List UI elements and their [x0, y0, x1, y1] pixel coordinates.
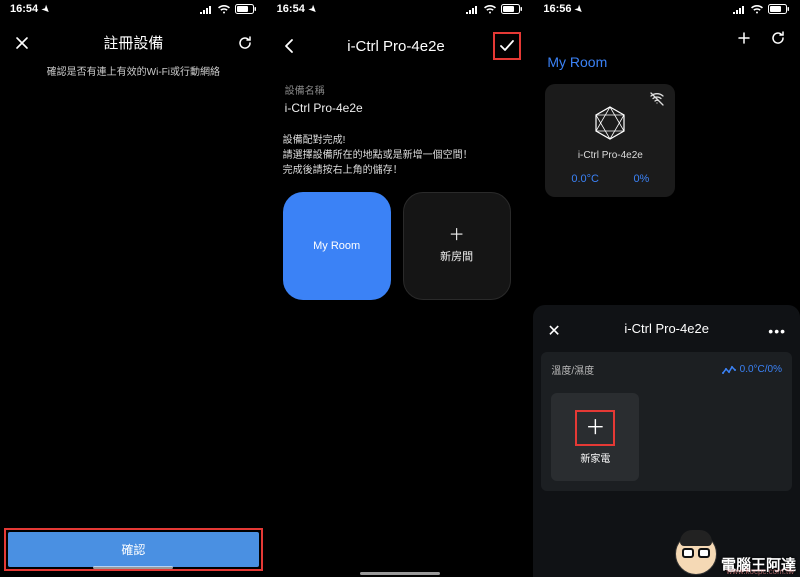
page-title: i-Ctrl Pro-4e2e	[347, 38, 445, 55]
signal-icon	[199, 5, 213, 14]
device-card[interactable]: i-Ctrl Pro-4e2e 0.0°C 0%	[545, 84, 675, 197]
room-tile-selected[interactable]: My Room	[283, 192, 391, 300]
status-bar: 16:56 ➤	[533, 0, 800, 18]
chart-icon	[722, 365, 736, 375]
status-time: 16:56	[543, 3, 571, 15]
status-bar: 16:54 ➤	[267, 0, 534, 18]
plus-icon: ＋	[585, 418, 605, 438]
location-icon: ➤	[573, 2, 586, 15]
battery-icon	[501, 4, 523, 14]
sheet-header: ✕ i-Ctrl Pro-4e2e •••	[533, 311, 800, 342]
temp-humidity-label: 溫度/濕度	[551, 362, 594, 377]
room-add-label: 新房間	[440, 248, 473, 264]
home-indicator	[93, 566, 173, 569]
room-title[interactable]: My Room	[533, 48, 800, 76]
phone-screen-1: 16:54 ➤ 註冊設備 確認是否有連上有效的Wi-Fi或行動網絡 確認	[0, 0, 267, 577]
sheet-body: 溫度/濕度 0.0°C/0% ＋ 新家電	[541, 352, 792, 491]
header-actions	[533, 18, 800, 48]
add-appliance-tile[interactable]: ＋ 新家電	[551, 393, 639, 481]
home-indicator	[360, 572, 440, 575]
location-icon: ➤	[39, 2, 52, 15]
confirm-button[interactable]: 確認	[8, 532, 259, 567]
sheet-more-icon[interactable]: •••	[768, 323, 786, 339]
wifi-off-icon	[649, 92, 665, 111]
status-right	[199, 4, 257, 14]
top-nav: 註冊設備	[0, 18, 267, 57]
wifi-icon	[483, 4, 497, 14]
location-icon: ➤	[306, 2, 319, 15]
temp-humidity-value: 0.0°C/0%	[740, 364, 782, 375]
signal-icon	[465, 5, 479, 14]
subtitle: 確認是否有連上有效的Wi-Fi或行動網絡	[0, 63, 267, 78]
temp-humidity-row: 溫度/濕度 0.0°C/0%	[551, 362, 782, 377]
pairing-message: 設備配對完成! 請選擇設備所在的地點或是新增一個空間！ 完成後請按右上角的儲存！	[267, 127, 534, 192]
save-check-icon[interactable]	[497, 36, 517, 56]
status-time: 16:54	[10, 3, 38, 15]
device-temp: 0.0°C	[571, 173, 599, 185]
phone-screen-2: 16:54 ➤ i-Ctrl Pro-4e2e 設備名稱 i-Ctrl Pro-…	[267, 0, 534, 577]
device-name: i-Ctrl Pro-4e2e	[553, 150, 667, 161]
add-appliance-label: 新家電	[580, 450, 610, 465]
close-icon[interactable]	[12, 33, 32, 53]
status-right	[465, 4, 523, 14]
highlight-frame: 確認	[4, 528, 263, 571]
status-right	[732, 4, 790, 14]
sheet-close-icon[interactable]: ✕	[547, 321, 560, 341]
room-tile-label: My Room	[313, 240, 360, 252]
device-name-value[interactable]: i-Ctrl Pro-4e2e	[267, 99, 534, 127]
sheet-title: i-Ctrl Pro-4e2e	[624, 321, 709, 336]
rooms-row: My Room ＋ 新房間	[267, 192, 534, 300]
highlight-frame	[493, 32, 521, 60]
phone-screen-3: 16:56 ➤ My Room i-Ctrl Pro-4e2e 0.0°C 0%	[533, 0, 800, 577]
battery-icon	[768, 4, 790, 14]
signal-icon	[732, 5, 746, 14]
wifi-icon	[217, 4, 231, 14]
add-icon[interactable]	[734, 28, 754, 48]
refresh-icon[interactable]	[235, 33, 255, 53]
device-sheet: ✕ i-Ctrl Pro-4e2e ••• 溫度/濕度 0.0°C/0% ＋ 新…	[533, 305, 800, 577]
plus-icon: ＋	[449, 228, 465, 244]
page-title: 註冊設備	[103, 32, 163, 53]
back-icon[interactable]	[279, 36, 299, 56]
device-name-label: 設備名稱	[267, 64, 534, 99]
status-bar: 16:54 ➤	[0, 0, 267, 18]
top-nav: i-Ctrl Pro-4e2e	[267, 18, 534, 64]
device-values: 0.0°C 0%	[553, 173, 667, 185]
status-time: 16:54	[277, 3, 305, 15]
wifi-icon	[750, 4, 764, 14]
battery-icon	[235, 4, 257, 14]
device-humidity: 0%	[633, 173, 649, 185]
room-tile-add[interactable]: ＋ 新房間	[403, 192, 511, 300]
highlight-frame: ＋	[575, 410, 615, 446]
refresh-icon[interactable]	[768, 28, 788, 48]
